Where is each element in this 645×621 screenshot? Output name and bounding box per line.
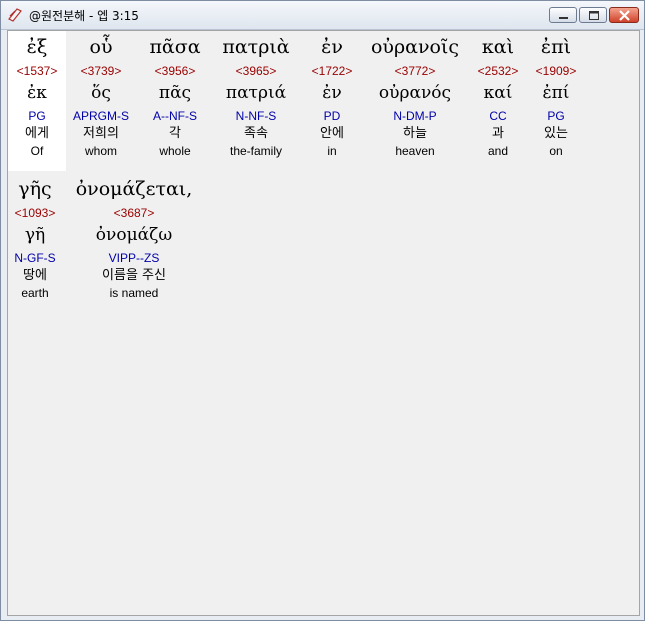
word-strong: <3956> <box>154 64 196 78</box>
word-parse: PG <box>547 109 565 123</box>
word-greek: πατριὰ <box>222 36 290 58</box>
word-greek: ἐξ <box>26 36 48 58</box>
word-parse: A--NF-S <box>153 109 197 123</box>
title-bar[interactable]: @원전분해 - 엡 3:15 <box>1 1 644 30</box>
word-parse: N-DM-P <box>393 109 437 123</box>
word-block[interactable]: καὶ <2532> καί CC 과 and <box>470 31 526 171</box>
maximize-button[interactable] <box>579 7 607 23</box>
word-parse: PG <box>28 109 46 123</box>
word-english: the-family <box>229 144 282 158</box>
word-lemma: καί <box>483 83 513 103</box>
word-block[interactable]: ἐν <1722> ἐν PD 안에 in <box>304 31 360 171</box>
word-english: whom <box>84 144 117 158</box>
word-block[interactable]: ἐπὶ <1909> ἐπί PG 있는 on <box>530 31 582 171</box>
word-lemma: πατριά <box>225 83 287 103</box>
word-block[interactable]: οὗ <3739> ὅς APRGM-S 저희의 whom <box>66 31 136 171</box>
word-strong: <1093> <box>14 206 56 220</box>
word-strong: <1722> <box>311 64 353 78</box>
word-greek: οὗ <box>89 36 113 58</box>
word-strong: <3739> <box>80 64 122 78</box>
word-greek: οὐρανοῖς <box>370 36 460 58</box>
close-icon <box>619 10 630 21</box>
word-korean: 이름을 주신 <box>102 268 166 283</box>
word-greek: γῆς <box>18 178 52 200</box>
word-lemma: γῆ <box>24 225 46 245</box>
minimize-icon <box>559 17 568 19</box>
minimize-button[interactable] <box>549 7 577 23</box>
word-greek: ἐπὶ <box>540 36 572 58</box>
word-lemma: ὀνομάζω <box>95 225 173 245</box>
word-lemma: ἐν <box>322 83 342 103</box>
word-korean: 있는 <box>544 126 568 141</box>
word-lemma: ἐκ <box>27 83 47 103</box>
word-block[interactable]: οὐρανοῖς <3772> οὐρανός N-DM-P 하늘 heaven <box>364 31 466 171</box>
word-english: in <box>327 144 337 158</box>
word-greek: ἐν <box>321 36 343 58</box>
word-parse: VIPP--ZS <box>108 251 160 265</box>
verse-analysis-panel[interactable]: ἐξ <1537> ἐκ PG 에게 Of οὗ <3739> ὅς APRGM-S 저희의 whom… <box>7 30 640 616</box>
word-greek: ὀνομάζεται, <box>75 178 193 200</box>
word-english: and <box>487 144 509 158</box>
word-block[interactable]: πᾶσα <3956> πᾶς A--NF-S 각 whole <box>142 31 208 171</box>
word-korean: 하늘 <box>403 126 427 141</box>
word-strong: <3687> <box>113 206 155 220</box>
word-block[interactable]: ἐξ <1537> ἐκ PG 에게 Of <box>8 31 66 171</box>
close-button[interactable] <box>609 7 639 23</box>
word-parse: N-GF-S <box>14 251 56 265</box>
word-korean: 에게 <box>25 126 49 141</box>
word-block[interactable]: πατριὰ <3965> πατριά N-NF-S 족속 the-family <box>214 31 298 171</box>
word-lemma: πᾶς <box>158 83 192 103</box>
word-english: earth <box>21 286 49 300</box>
word-strong: <1537> <box>16 64 58 78</box>
word-lemma: οὐρανός <box>378 83 452 103</box>
word-english: heaven <box>395 144 435 158</box>
word-strong: <2532> <box>477 64 519 78</box>
word-korean: 안에 <box>320 126 344 141</box>
app-icon <box>7 7 23 23</box>
word-parse: N-NF-S <box>235 109 277 123</box>
word-korean: 각 <box>169 126 181 141</box>
word-english: Of <box>30 144 44 158</box>
word-korean: 과 <box>492 126 504 141</box>
word-strong: <3965> <box>235 64 277 78</box>
word-strong: <1909> <box>535 64 577 78</box>
word-korean: 족속 <box>244 126 268 141</box>
word-block[interactable]: γῆς <1093> γῆ N-GF-S 땅에 earth <box>8 173 62 313</box>
word-parse: CC <box>489 109 507 123</box>
word-parse: PD <box>323 109 341 123</box>
word-greek: καὶ <box>481 36 515 58</box>
word-lemma: ὅς <box>91 83 111 103</box>
word-korean: 저희의 <box>83 126 119 141</box>
word-block[interactable]: ὀνομάζεται, <3687> ὀνομάζω VIPP--ZS 이름을 주신 is… <box>66 173 202 313</box>
word-strong: <3772> <box>394 64 436 78</box>
word-parse: APRGM-S <box>72 109 129 123</box>
word-english: on <box>549 144 563 158</box>
word-greek: πᾶσα <box>149 36 201 58</box>
word-korean: 땅에 <box>23 268 47 283</box>
word-lemma: ἐπί <box>542 83 570 103</box>
maximize-icon <box>589 11 599 20</box>
app-window: @원전분해 - 엡 3:15 ἐξ <1537> ἐκ PG 에게 Of οὗ <3739> ὅ… <box>0 0 645 621</box>
window-title: @원전분해 - 엡 3:15 <box>29 9 139 23</box>
word-english: is named <box>109 286 159 300</box>
word-english: whole <box>159 144 191 158</box>
